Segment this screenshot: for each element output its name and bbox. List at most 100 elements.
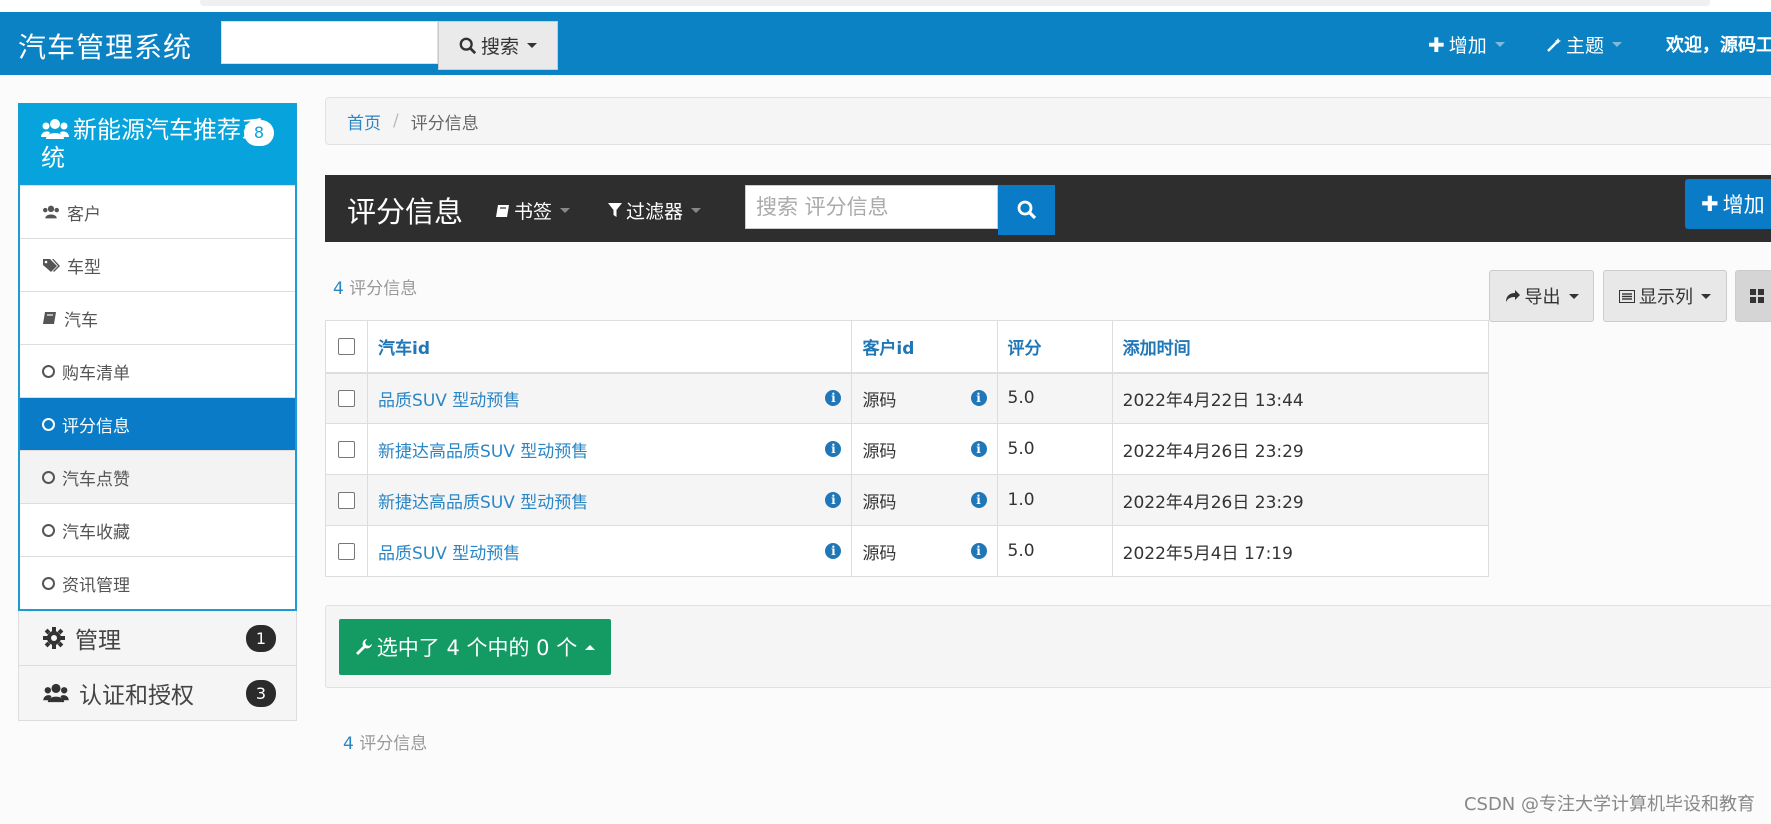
customer-value: 源码 — [862, 390, 897, 411]
grid-view-button[interactable] — [1735, 270, 1771, 322]
plus-icon: ✚ — [1701, 192, 1719, 216]
breadcrumb-home-link[interactable]: 首页 — [347, 109, 381, 134]
table-row: 品质SUV 型动预售 i 源码 i 5.0 2022年4月22日 13:44 — [324, 372, 1490, 424]
navbar-search-input[interactable] — [221, 21, 438, 64]
sidebar-section-header[interactable]: 新能源汽车推荐系统 8 — [18, 103, 297, 185]
select-all-cell — [324, 320, 369, 374]
users-icon — [43, 683, 69, 703]
info-icon[interactable]: i — [970, 441, 987, 457]
circle-icon — [42, 523, 55, 537]
info-icon[interactable]: i — [825, 492, 842, 508]
added-time-cell: 2022年4月26日 23:29 — [1111, 474, 1490, 526]
sidebar-item-label: 汽车点赞 — [62, 469, 130, 490]
list-search-input[interactable] — [745, 185, 998, 229]
sidebar-item-car-likes[interactable]: 汽车点赞 — [20, 450, 295, 503]
list-search-button[interactable] — [998, 185, 1055, 235]
sidebar-group-label: 认证和授权 — [79, 683, 194, 709]
bulk-action-button[interactable]: 选中了 4 个中的 0 个 — [339, 619, 611, 675]
chevron-down-icon — [1701, 293, 1711, 299]
table-row: 新捷达高品质SUV 型动预售 i 源码 i 5.0 2022年4月26日 23:29 — [324, 423, 1490, 475]
sidebar-item-car-type[interactable]: 车型 — [20, 238, 295, 291]
score-cell: 1.0 — [996, 474, 1113, 526]
sidebar-item-label: 评分信息 — [62, 416, 130, 437]
column-header-added-time[interactable]: 添加时间 — [1111, 320, 1490, 374]
display-columns-button[interactable]: 显示列 — [1603, 270, 1727, 322]
result-count-number: 4 — [333, 279, 344, 299]
row-select-cell — [324, 423, 369, 475]
row-select-cell — [324, 372, 369, 424]
bulk-action-label: 选中了 4 个中的 0 个 — [376, 636, 578, 660]
chevron-up-icon — [585, 644, 596, 650]
magic-wand-icon — [1546, 37, 1562, 53]
column-header-score[interactable]: 评分 — [996, 320, 1113, 374]
car-link[interactable]: 新捷达高品质SUV 型动预售 — [378, 437, 588, 462]
sidebar-item-label: 购车清单 — [62, 363, 130, 384]
circle-icon — [42, 576, 55, 590]
gear-icon — [43, 627, 65, 649]
watermark: CSDN @专注大学计算机毕设和教育 — [1463, 794, 1755, 815]
column-header-customer-id[interactable]: 客户id — [851, 320, 998, 374]
circle-icon — [42, 470, 55, 484]
column-header-car-id[interactable]: 汽车id — [367, 320, 853, 374]
row-checkbox[interactable] — [338, 542, 355, 560]
added-time-cell: 2022年5月4日 17:19 — [1111, 525, 1490, 577]
sidebar-item-label: 客户 — [67, 204, 101, 225]
add-record-label: 增加 — [1722, 193, 1765, 217]
sidebar-item-label: 汽车 — [64, 310, 98, 331]
export-label: 导出 — [1524, 287, 1561, 308]
footer-result-count: 4 评分信息 — [343, 729, 427, 754]
car-link[interactable]: 品质SUV 型动预售 — [378, 386, 520, 411]
sidebar-section-title: 新能源汽车推荐系统 — [41, 116, 265, 172]
add-record-button[interactable]: ✚ 增加 — [1685, 179, 1771, 229]
sidebar-item-car-favorites[interactable]: 汽车收藏 — [20, 503, 295, 556]
sidebar-item-customer[interactable]: 客户 — [20, 185, 295, 238]
sidebar-item-rating-info[interactable]: 评分信息 — [20, 397, 295, 450]
ratings-table: 汽车id 客户id 评分 添加时间 品质SUV 型动预售 i 源码 i 5.0 20… — [324, 320, 1490, 577]
info-icon[interactable]: i — [970, 390, 987, 407]
chevron-down-icon — [691, 208, 702, 213]
breadcrumb: 首页 / 评分信息 — [325, 97, 1771, 145]
sidebar-item-news-management[interactable]: 资讯管理 — [20, 556, 295, 609]
browser-top-strip — [0, 0, 1771, 12]
info-icon[interactable]: i — [825, 390, 842, 407]
table-header-row: 汽车id 客户id 评分 添加时间 — [324, 320, 1490, 374]
sidebar-group-admin[interactable]: 管理 1 — [18, 611, 297, 666]
chevron-down-icon — [560, 208, 571, 213]
navbar-search-button[interactable]: 搜索 — [438, 21, 558, 70]
car-link[interactable]: 新捷达高品质SUV 型动预售 — [378, 488, 588, 513]
sidebar-menu-list: 客户 车型 汽车 购车清单 评分信息 汽车点赞 汽车收藏 资讯管理 — [18, 185, 297, 611]
share-icon — [1505, 289, 1521, 303]
info-icon[interactable]: i — [825, 543, 842, 559]
navbar-welcome-user[interactable]: 欢迎，源码工 — [1666, 31, 1771, 57]
row-checkbox[interactable] — [338, 491, 355, 509]
navbar-theme-menu[interactable]: 主题 — [1546, 31, 1623, 58]
row-select-cell — [324, 525, 369, 577]
row-checkbox[interactable] — [338, 389, 355, 407]
export-button[interactable]: 导出 — [1489, 270, 1594, 322]
top-strip-bar — [200, 0, 1710, 6]
info-icon[interactable]: i — [970, 492, 987, 508]
brand-title[interactable]: 汽车管理系统 — [18, 26, 192, 66]
sidebar: 新能源汽车推荐系统 8 客户 车型 汽车 购车清单 评分信息 汽车点赞 汽车收藏… — [18, 103, 297, 721]
chevron-down-icon — [1568, 293, 1579, 299]
sidebar-item-purchase-list[interactable]: 购车清单 — [20, 344, 295, 397]
filter-menu[interactable]: 过滤器 — [608, 197, 702, 224]
chevron-down-icon — [1612, 42, 1623, 47]
navbar-search-label: 搜索 — [480, 36, 519, 58]
info-icon[interactable]: i — [825, 441, 842, 457]
sidebar-group-auth[interactable]: 认证和授权 3 — [18, 666, 297, 721]
circle-icon — [42, 417, 55, 431]
result-count: 4 评分信息 — [333, 274, 417, 299]
navbar-add-menu[interactable]: ✚ 增加 — [1428, 31, 1505, 58]
sidebar-item-car[interactable]: 汽车 — [20, 291, 295, 344]
select-all-checkbox[interactable] — [338, 337, 355, 355]
score-cell: 5.0 — [996, 372, 1113, 424]
car-link[interactable]: 品质SUV 型动预售 — [378, 539, 520, 564]
bookmark-menu[interactable]: 书签 — [495, 197, 571, 224]
score-cell: 5.0 — [996, 525, 1113, 577]
sidebar-item-label: 汽车收藏 — [62, 522, 130, 543]
car-id-cell: 品质SUV 型动预售 i — [367, 525, 853, 577]
bookmark-label: 书签 — [514, 201, 553, 223]
row-checkbox[interactable] — [338, 440, 355, 458]
info-icon[interactable]: i — [970, 543, 987, 559]
